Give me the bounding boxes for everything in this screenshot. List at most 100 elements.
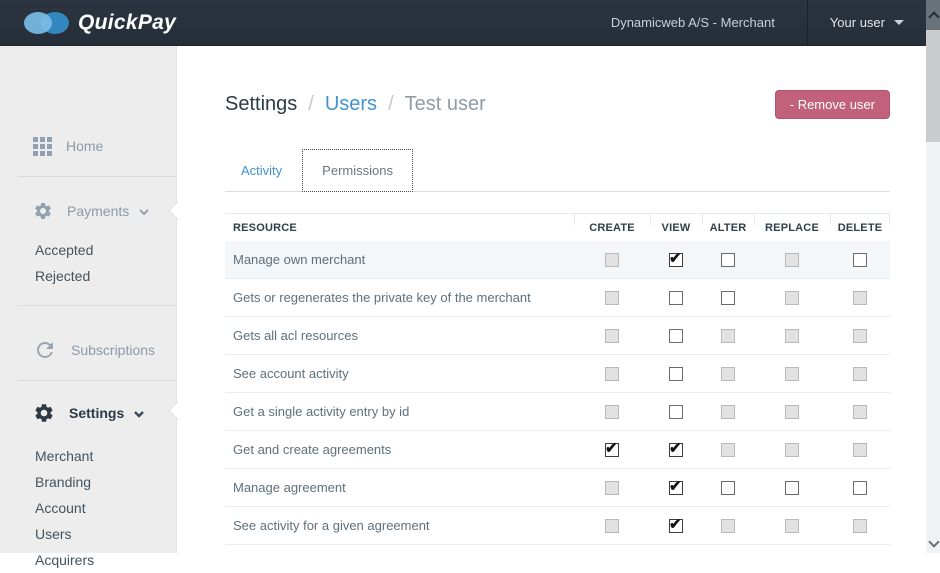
brand-logo[interactable]: QuickPay — [24, 11, 176, 35]
permission-row: Gets all acl resources — [225, 317, 890, 355]
checkbox-view[interactable] — [669, 253, 683, 267]
sidebar-divider — [18, 176, 176, 177]
permission-cell-replace — [754, 367, 830, 381]
sidebar-item-account[interactable]: Account — [0, 495, 176, 521]
resource-label: Manage own merchant — [225, 252, 574, 267]
sidebar-divider — [18, 380, 176, 381]
sidebar-item-settings[interactable]: Settings — [0, 395, 176, 431]
tab-activity[interactable]: Activity — [225, 150, 298, 191]
checkbox-alter — [721, 519, 735, 533]
checkbox-view[interactable] — [669, 329, 683, 343]
sidebar-item-acquirers[interactable]: Acquirers — [0, 547, 176, 573]
checkbox-create[interactable] — [605, 443, 619, 457]
checkbox-alter[interactable] — [721, 253, 735, 267]
checkbox-delete — [853, 329, 867, 343]
permission-cell-view — [650, 253, 702, 267]
sidebar-item-home[interactable]: Home — [0, 128, 176, 164]
merchant-name: Dynamicweb A/S - Merchant — [611, 15, 775, 30]
permission-cell-create — [574, 291, 650, 305]
permission-cell-alter — [702, 367, 754, 381]
breadcrumb-users[interactable]: Users — [325, 93, 377, 116]
gear-icon — [33, 201, 53, 221]
permission-cell-replace — [754, 481, 830, 495]
scroll-down-button[interactable] — [926, 535, 940, 553]
checkbox-delete[interactable] — [853, 253, 867, 267]
resource-label: Gets or regenerates the private key of t… — [225, 290, 574, 305]
breadcrumb-settings[interactable]: Settings — [225, 93, 297, 116]
checkbox-replace — [785, 405, 799, 419]
resource-label: See account activity — [225, 366, 574, 381]
remove-user-button[interactable]: - Remove user — [775, 90, 890, 119]
column-header-delete: DELETE — [830, 214, 890, 241]
permission-row: See account activity — [225, 355, 890, 393]
permission-row: Gets or regenerates the private key of t… — [225, 279, 890, 317]
permission-cell-view — [650, 519, 702, 533]
breadcrumb: Settings / Users / Test user — [225, 93, 486, 116]
checkbox-view[interactable] — [669, 519, 683, 533]
permission-cell-replace — [754, 291, 830, 305]
permissions-table: RESOURCE CREATE VIEW ALTER REPLACE DELET… — [225, 213, 890, 545]
checkbox-alter[interactable] — [721, 481, 735, 495]
sidebar-item-rejected[interactable]: Rejected — [0, 263, 176, 289]
sidebar-item-payments[interactable]: Payments — [0, 193, 176, 229]
checkbox-alter — [721, 329, 735, 343]
permission-cell-create — [574, 253, 650, 267]
permission-cell-delete — [830, 291, 890, 305]
permission-row: Get and create agreements — [225, 431, 890, 469]
column-header-alter: ALTER — [702, 214, 754, 241]
checkbox-delete[interactable] — [853, 481, 867, 495]
chevron-down-icon — [133, 409, 145, 419]
permission-cell-view — [650, 481, 702, 495]
checkbox-view[interactable] — [669, 443, 683, 457]
vertical-scrollbar[interactable] — [926, 0, 940, 553]
caret-down-icon — [894, 20, 904, 25]
chevron-down-icon — [138, 207, 150, 217]
tabs: Activity Permissions — [225, 151, 890, 192]
scrollbar-thumb[interactable] — [926, 30, 940, 142]
permission-cell-create — [574, 519, 650, 533]
column-header-replace: REPLACE — [754, 214, 830, 241]
checkbox-replace[interactable] — [785, 481, 799, 495]
checkbox-view[interactable] — [669, 481, 683, 495]
checkbox-replace — [785, 291, 799, 305]
permission-cell-view — [650, 443, 702, 457]
sidebar-item-label: Rejected — [35, 268, 90, 284]
gear-icon — [33, 402, 55, 424]
sidebar-item-label: Home — [66, 138, 103, 154]
permission-cell-delete — [830, 367, 890, 381]
permission-cell-create — [574, 481, 650, 495]
sidebar-item-subscriptions[interactable]: Subscriptions — [0, 330, 176, 370]
resource-label: Get a single activity entry by id — [225, 404, 574, 419]
breadcrumb-separator: / — [388, 93, 394, 116]
permission-cell-replace — [754, 329, 830, 343]
sidebar-item-branding[interactable]: Branding — [0, 469, 176, 495]
checkbox-view[interactable] — [669, 291, 683, 305]
sidebar-item-users[interactable]: Users — [0, 521, 176, 547]
permission-cell-alter — [702, 329, 754, 343]
checkbox-view[interactable] — [669, 367, 683, 381]
table-header: RESOURCE CREATE VIEW ALTER REPLACE DELET… — [225, 214, 890, 241]
checkbox-alter[interactable] — [721, 291, 735, 305]
permission-cell-view — [650, 367, 702, 381]
sidebar-item-label: Branding — [35, 474, 91, 490]
checkbox-create — [605, 481, 619, 495]
checkbox-create — [605, 253, 619, 267]
sidebar-item-label: Payments — [67, 203, 129, 219]
permission-cell-replace — [754, 519, 830, 533]
permission-cell-alter — [702, 253, 754, 267]
permission-cell-delete — [830, 519, 890, 533]
checkbox-view[interactable] — [669, 405, 683, 419]
sidebar-item-merchant[interactable]: Merchant — [0, 443, 176, 469]
refresh-icon — [33, 338, 57, 362]
permission-cell-delete — [830, 481, 890, 495]
scroll-up-button[interactable] — [926, 0, 940, 30]
tab-permissions[interactable]: Permissions — [302, 149, 413, 192]
brand-name: QuickPay — [78, 11, 176, 35]
permission-cell-alter — [702, 405, 754, 419]
checkbox-create — [605, 405, 619, 419]
sidebar-item-accepted[interactable]: Accepted — [0, 237, 176, 263]
permission-cell-replace — [754, 253, 830, 267]
resource-label: See activity for a given agreement — [225, 518, 574, 533]
checkbox-replace — [785, 519, 799, 533]
user-menu[interactable]: Your user — [808, 0, 926, 45]
